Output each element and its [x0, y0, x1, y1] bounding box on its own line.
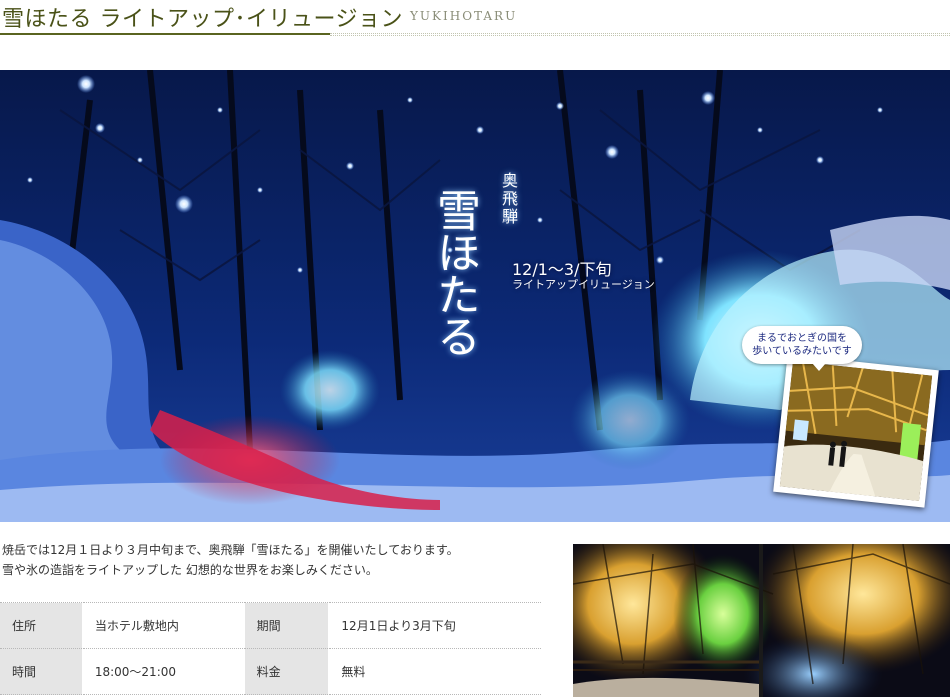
polaroid-photo [773, 354, 939, 508]
event-info-table: 住所 当ホテル敷地内 期間 12月1日より3月下旬 時間 18:00〜21:00… [0, 602, 541, 695]
hero-image: 奥飛騨 雪ほたる 12/1〜3/下旬 ライトアップイリュージョン まるでおとぎの… [0, 70, 950, 522]
illuminated-trees-scene [573, 544, 950, 697]
speech-bubble: まるでおとぎの国を 歩いているみたいです [742, 326, 862, 371]
address-value: 当ホテル敷地内 [82, 602, 245, 649]
time-value: 18:00〜21:00 [82, 648, 245, 695]
hero-event-name: 雪ほたる [429, 188, 480, 356]
header-rule-accent [0, 33, 330, 35]
intro-line-1: 焼岳では12月１日より３月中旬まで、奥飛騨「雪ほたる」を開催いたしております。 [2, 543, 459, 557]
table-row: 住所 当ホテル敷地内 期間 12月1日より3月下旬 [0, 602, 541, 649]
intro-line-2: 雪や氷の造詣をライトアップした 幻想的な世界をお楽しみください。 [2, 563, 378, 577]
address-label: 住所 [0, 602, 83, 649]
period-value: 12月1日より3月下旬 [328, 602, 541, 649]
bubble-line-1: まるでおとぎの国を [757, 333, 847, 344]
page-subtitle: YUKIHOTARU [410, 9, 518, 23]
time-label: 時間 [0, 648, 83, 695]
couple-walking-photo [779, 361, 933, 501]
header-rule-dotted [330, 33, 950, 36]
page-header: 雪ほたる ライトアップ･イリュージョン YUKIHOTARU [0, 0, 950, 40]
hero-region-text: 奥飛騨 [499, 172, 518, 226]
intro-text: 焼岳では12月１日より３月中旬まで、奥飛騨「雪ほたる」を開催いたしております。 … [2, 540, 552, 580]
illuminated-trees-photo [573, 544, 950, 697]
table-row: 時間 18:00〜21:00 料金 無料 [0, 648, 541, 695]
period-label: 期間 [244, 602, 330, 649]
hero-event-label: ライトアップイリュージョン [512, 278, 655, 291]
page-title: 雪ほたる ライトアップ･イリュージョン [2, 7, 404, 32]
fee-label: 料金 [244, 648, 330, 695]
bubble-line-2: 歩いているみたいです [752, 346, 852, 357]
fee-value: 無料 [328, 648, 541, 695]
